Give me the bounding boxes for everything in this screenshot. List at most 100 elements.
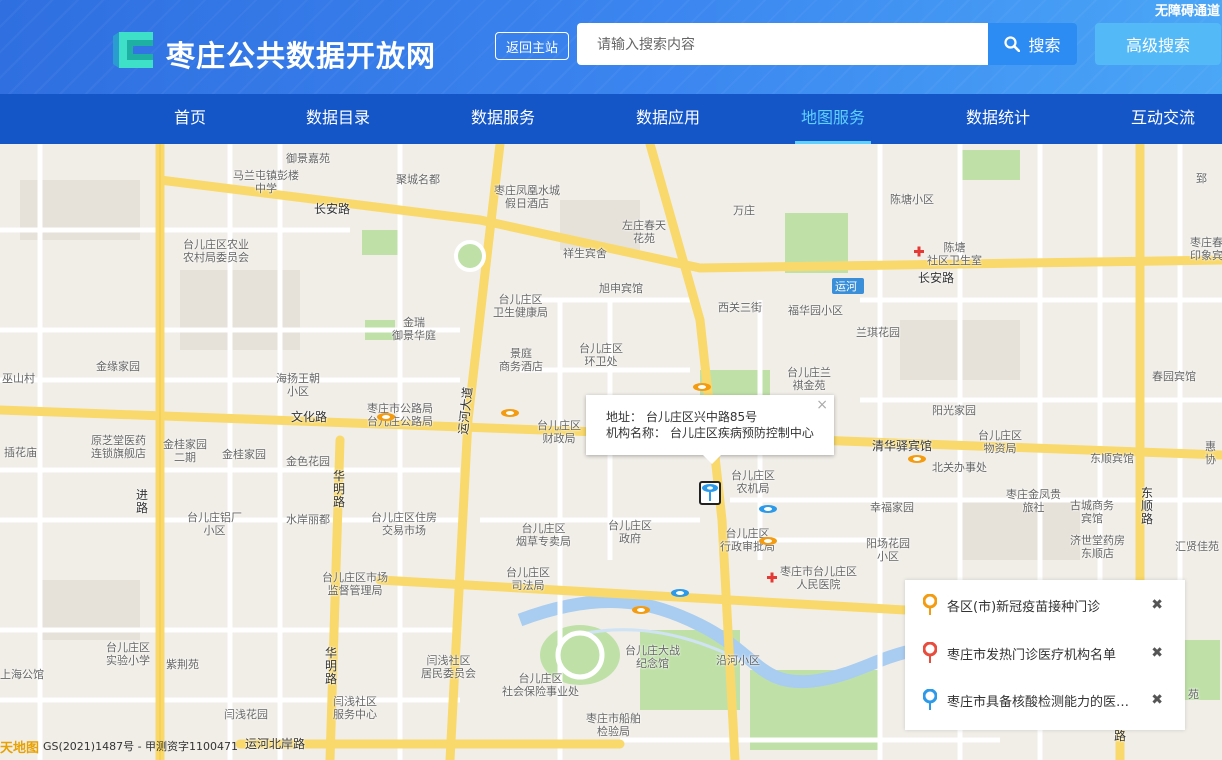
popup-org-name: 机构名称： 台儿庄区疾病预防控制中心 bbox=[606, 426, 814, 440]
vaccine-pin-icon[interactable] bbox=[376, 412, 396, 422]
location-info-popup: 地址： 台儿庄区兴中路85号 机构名称： 台儿庄区疾病预防控制中心 × bbox=[586, 395, 834, 464]
legend-item-fever-clinic[interactable]: 枣庄市发热门诊医疗机构名单 ✖ bbox=[923, 640, 1173, 666]
road-label: 东 顺 路 bbox=[1141, 486, 1154, 526]
site-title: 枣庄公共数据开放网 bbox=[166, 39, 437, 73]
map-label: 枣庄金凤贵 旅社 bbox=[1006, 488, 1061, 514]
nucleic-test-pin-icon bbox=[702, 484, 718, 501]
map-label: 沿河小区 bbox=[716, 654, 760, 667]
map-canvas[interactable]: 御景嘉苑 马兰屯镇彭楼 中学 长安路 聚城名都 枣庄凤凰水城 假日酒店 万庄 左… bbox=[0, 144, 1222, 760]
nav-item-catalog[interactable]: 数据目录 bbox=[298, 94, 378, 144]
search-button-label: 搜索 bbox=[1028, 36, 1061, 55]
legend-item-label: 枣庄市具备核酸检测能力的医疗机构 bbox=[947, 694, 1133, 710]
map-label: 海扬王朝 小区 bbox=[276, 372, 320, 398]
map-label: 插花庙 bbox=[4, 446, 37, 459]
map-label: 东顺宾馆 bbox=[1090, 452, 1134, 465]
map-label: 惠 协 bbox=[1205, 440, 1216, 466]
legend-item-vaccine[interactable]: 各区(市)新冠疫苗接种门诊 ✖ bbox=[923, 592, 1173, 618]
map-label: 金桂家园 二期 bbox=[163, 438, 207, 464]
nav-item-statistics[interactable]: 数据统计 bbox=[958, 94, 1038, 144]
popup-address: 地址： 台儿庄区兴中路85号 bbox=[606, 410, 758, 424]
vaccine-pin-icon[interactable] bbox=[907, 454, 927, 464]
road-label: 长安路 bbox=[314, 202, 351, 216]
accessibility-link[interactable]: 无障碍通道 bbox=[1155, 0, 1220, 19]
map-label: 台儿庄区 环卫处 bbox=[579, 342, 623, 368]
road-label: 运河北岸路 bbox=[245, 737, 306, 751]
map-label: 上海公馆 bbox=[0, 668, 44, 681]
map-label: 台儿庄区 司法局 bbox=[506, 566, 550, 592]
road-label: 华 明 路 bbox=[325, 646, 338, 686]
map-label: 汇贤佳苑 bbox=[1175, 540, 1219, 553]
map-label: 济世堂药房 东顺店 bbox=[1070, 534, 1125, 560]
map-label: 枣庄凤凰水城 假日酒店 bbox=[494, 184, 560, 210]
legend-item-label: 各区(市)新冠疫苗接种门诊 bbox=[947, 599, 1101, 615]
map-label: 聚城名都 bbox=[396, 173, 440, 186]
road-label: 进 路 bbox=[136, 488, 149, 515]
map-label: 景庭 商务酒店 bbox=[499, 347, 543, 373]
advanced-search-button[interactable]: 高级搜索 bbox=[1095, 23, 1221, 65]
selected-location-marker[interactable] bbox=[699, 481, 721, 505]
main-nav: 首页 数据目录 数据服务 数据应用 地图服务 数据统计 互动交流 bbox=[0, 94, 1222, 144]
river-badge: 运河 bbox=[835, 280, 857, 293]
vaccine-pin-icon[interactable] bbox=[758, 536, 778, 546]
map-pin-red-icon bbox=[923, 642, 937, 663]
nav-item-interaction[interactable]: 互动交流 bbox=[1123, 94, 1203, 144]
legend-remove-button[interactable]: ✖ bbox=[1151, 645, 1163, 661]
nucleic-test-pin-icon[interactable] bbox=[758, 504, 778, 514]
map-copyright: 天地图 GS(2021)1487号 - 甲测资字1100471 bbox=[0, 736, 238, 756]
map-label: 台儿庄区 农机局 bbox=[731, 469, 775, 495]
map-label: 万庄 bbox=[733, 204, 755, 217]
map-label: 原芝堂医药 连锁旗舰店 bbox=[91, 434, 146, 460]
map-label: 金缘家园 bbox=[96, 360, 140, 373]
legend-remove-button[interactable]: ✖ bbox=[1151, 597, 1163, 613]
nucleic-test-pin-icon[interactable] bbox=[670, 588, 690, 598]
map-label: 台儿庄区农业 农村局委员会 bbox=[183, 238, 249, 264]
map-label: 古城商务 宾馆 bbox=[1070, 499, 1114, 525]
map-label: 闫浅社区 居民委员会 bbox=[421, 654, 476, 680]
map-pin-orange-icon bbox=[923, 594, 937, 615]
map-label: 台儿庄区 卫生健康局 bbox=[493, 293, 548, 319]
back-to-main-button[interactable]: 返回主站 bbox=[495, 32, 569, 60]
popup-close-button[interactable]: × bbox=[816, 397, 828, 413]
map-label: 台儿庄兰 祺金苑 bbox=[787, 366, 831, 392]
map-label: 春园宾馆 bbox=[1152, 370, 1196, 383]
legend-item-label: 枣庄市发热门诊医疗机构名单 bbox=[947, 647, 1117, 663]
tianditu-logo: 天地图 bbox=[0, 740, 40, 756]
search-input[interactable] bbox=[577, 23, 988, 65]
map-label: 马兰屯镇彭楼 中学 bbox=[233, 169, 299, 195]
map-label: 金瑞 御景华庭 bbox=[392, 316, 436, 342]
map-label: 台儿庄区 社会保险事业处 bbox=[502, 672, 579, 698]
map-label: 枣庄市台儿庄区 人民医院 bbox=[780, 565, 857, 591]
map-label: 北关办事处 bbox=[932, 461, 987, 474]
map-label: 台儿庄区 实验小学 bbox=[106, 641, 150, 667]
road-label: 文化路 bbox=[291, 410, 328, 424]
map-label: 旭申宾馆 bbox=[599, 282, 643, 295]
map-label: 金桂家园 bbox=[222, 448, 266, 461]
nav-item-data-service[interactable]: 数据服务 bbox=[463, 94, 543, 144]
nav-item-map-service[interactable]: 地图服务 bbox=[795, 94, 871, 144]
map-label: 巫山村 bbox=[2, 372, 35, 385]
map-label: 御景嘉苑 bbox=[286, 152, 330, 165]
map-label: 清华驿宾馆 bbox=[872, 439, 933, 453]
map-label: 西关三街 bbox=[718, 301, 762, 314]
map-label: 苑 bbox=[1188, 688, 1199, 701]
nav-item-home[interactable]: 首页 bbox=[160, 94, 220, 144]
search-button[interactable]: 搜索 bbox=[988, 23, 1077, 65]
map-label: 陈塘小区 bbox=[890, 193, 934, 206]
road-label: 华 明 路 bbox=[333, 469, 346, 509]
legend-remove-button[interactable]: ✖ bbox=[1151, 692, 1163, 708]
legend-item-nucleic-test[interactable]: 枣庄市具备核酸检测能力的医疗机构 ✖ bbox=[923, 687, 1173, 713]
map-label: 枣庄春 印象宾 bbox=[1190, 236, 1222, 262]
map-label: 左庄春天 花苑 bbox=[622, 219, 666, 245]
map-label: 福华园小区 bbox=[788, 304, 843, 317]
map-label: 水岸丽都 bbox=[286, 513, 330, 526]
vaccine-pin-icon[interactable] bbox=[500, 408, 520, 418]
vaccine-pin-icon[interactable] bbox=[631, 605, 651, 615]
map-label: 金色花园 bbox=[286, 455, 330, 468]
nav-item-data-app[interactable]: 数据应用 bbox=[628, 94, 708, 144]
map-label: 紫荆苑 bbox=[166, 658, 199, 671]
map-label: 枣庄市船舶 检验局 bbox=[586, 712, 641, 738]
map-label: 郅 bbox=[1196, 172, 1207, 185]
vaccine-pin-icon[interactable] bbox=[692, 382, 712, 392]
map-label: 台儿庄区 物资局 bbox=[978, 429, 1022, 455]
map-label: 陈塘 社区卫生室 bbox=[927, 241, 982, 267]
